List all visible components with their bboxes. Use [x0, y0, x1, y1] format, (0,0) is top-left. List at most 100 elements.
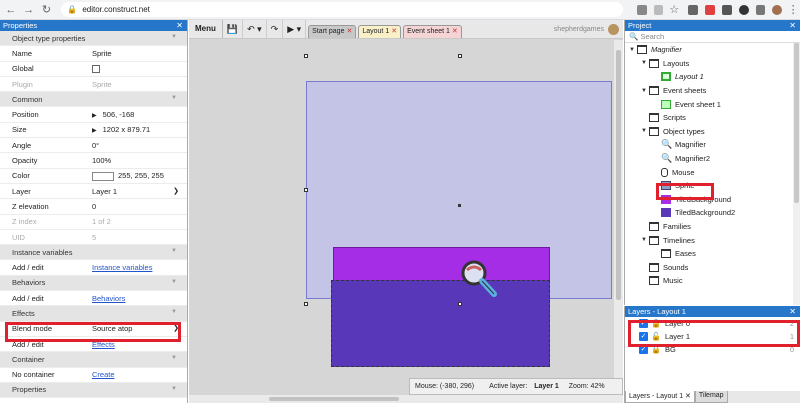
close-icon[interactable]: ✕ [176, 20, 183, 31]
expand-icon[interactable]: ▶ [92, 113, 97, 119]
tree-scripts[interactable]: Scripts [625, 111, 800, 125]
resize-handle[interactable] [458, 54, 462, 58]
vertical-scrollbar[interactable] [614, 40, 623, 395]
visible-checkbox[interactable]: ✓ [639, 332, 648, 341]
redo-icon[interactable]: ↷ [267, 20, 284, 38]
extension-red-icon[interactable] [704, 4, 715, 15]
tab-tilemap[interactable]: Tilemap [694, 391, 728, 403]
section-common[interactable]: Common ▼ [0, 92, 187, 108]
tree-music[interactable]: Music [625, 274, 800, 288]
create-container-link[interactable]: Create [92, 370, 115, 379]
resize-handle[interactable] [304, 188, 308, 192]
dropdown-icon[interactable]: ❯ [173, 187, 179, 195]
share-icon[interactable] [653, 4, 664, 15]
close-icon[interactable]: ✕ [789, 20, 796, 31]
key-icon[interactable] [636, 4, 647, 15]
tree-magnifier2[interactable]: 🔍 Magnifier2 [625, 152, 800, 166]
extension-icon[interactable] [688, 4, 698, 15]
scroll-thumb[interactable] [269, 397, 399, 401]
tree-layout-1[interactable]: Layout 1 [625, 70, 800, 84]
tree-sounds[interactable]: Sounds [625, 261, 800, 275]
layer-row[interactable]: ✓ 🔒 BG 0 [625, 343, 800, 356]
reload-icon[interactable]: ↻ [40, 3, 54, 17]
section-container[interactable]: Container ▼ [0, 352, 187, 368]
prop-angle[interactable]: Angle 0° [0, 138, 187, 154]
tab-event-sheet-1[interactable]: Event sheet 1 ✕ [403, 25, 462, 38]
tree-sprite[interactable]: Sprite [625, 179, 800, 193]
tree-event-sheet-1[interactable]: Event sheet 1 [625, 97, 800, 111]
lock-icon[interactable]: 🔓 [651, 332, 661, 341]
tree-object-types[interactable]: ▼ Object types [625, 125, 800, 139]
resize-handle[interactable] [304, 54, 308, 58]
section-object-type[interactable]: Object type properties ▼ [0, 31, 187, 47]
visible-checkbox[interactable]: ✓ [639, 345, 648, 354]
prop-z-elevation[interactable]: Z elevation 0 [0, 199, 187, 215]
collapse-icon[interactable]: ▼ [171, 309, 177, 315]
layer-row[interactable]: ✓ 🔓 Layer 11 [625, 330, 800, 343]
prop-color[interactable]: Color 255, 255, 255 [0, 169, 187, 184]
tree-families[interactable]: Families [625, 220, 800, 234]
extension-2-icon[interactable] [721, 4, 732, 15]
tab-layers[interactable]: Layers - Layout 1 ✕ [625, 391, 695, 403]
prop-blend-mode[interactable]: Blend mode Source atop ❯ [0, 322, 187, 337]
scroll-thumb[interactable] [616, 50, 621, 300]
expand-icon[interactable]: ▶ [92, 128, 97, 134]
more-icon[interactable]: ⋮ [786, 3, 800, 17]
prop-position[interactable]: Position ▶ 506, -168 [0, 107, 187, 123]
tab-close-icon[interactable]: ✕ [391, 28, 397, 35]
back-icon[interactable]: ← [4, 3, 18, 17]
scroll-thumb[interactable] [794, 43, 799, 203]
layer-row[interactable]: ✓ 🔓 Layer 02 [625, 317, 800, 330]
behaviors-link[interactable]: Behaviors [92, 294, 125, 303]
tree-magnifier[interactable]: 🔍 Magnifier [625, 138, 800, 152]
collapse-icon[interactable]: ▼ [171, 279, 177, 285]
resize-handle[interactable] [458, 302, 462, 306]
tab-close-icon[interactable]: ✕ [346, 28, 352, 35]
tree-tiledbackground2[interactable]: TiledBackground2 [625, 206, 800, 220]
address-bar[interactable]: 🔒 editor.construct.net [61, 2, 623, 17]
dropdown-icon[interactable]: ❯ [173, 324, 179, 332]
global-checkbox[interactable] [92, 65, 100, 74]
save-icon[interactable]: 💾 [223, 20, 244, 38]
visible-checkbox[interactable]: ✓ [639, 319, 648, 328]
user-name[interactable]: shepherdgames [554, 26, 604, 33]
horizontal-scrollbar[interactable] [189, 395, 623, 403]
search-input[interactable]: 🔍 Search [625, 31, 800, 43]
section-effects[interactable]: Effects ▼ [0, 306, 187, 322]
section-behaviors[interactable]: Behaviors ▼ [0, 275, 187, 292]
lock-icon[interactable]: 🔒 [651, 345, 661, 354]
menu-button[interactable]: Menu [189, 20, 223, 38]
tab-close-icon[interactable]: ✕ [685, 393, 691, 400]
tab-start-page[interactable]: Start page ✕ [308, 25, 357, 38]
tree-event-sheets[interactable]: ▼ Event sheets [625, 84, 800, 98]
resize-handle[interactable] [304, 302, 308, 306]
prop-size[interactable]: Size ▶ 1202 x 879.71 [0, 123, 187, 139]
color-swatch[interactable] [92, 171, 114, 181]
tree-layouts[interactable]: ▼ Layouts [625, 57, 800, 71]
tree-tiledbackground[interactable]: TiledBackground [625, 193, 800, 207]
star-icon[interactable]: ☆ [667, 3, 681, 17]
tab-layout-1[interactable]: Layout 1 ✕ [358, 25, 402, 38]
prop-layer[interactable]: Layer Layer 1 ❯ [0, 184, 187, 200]
tiled-background-2[interactable] [331, 280, 550, 367]
instance-variables-link[interactable]: Instance variables [92, 263, 152, 272]
layout-canvas[interactable] [189, 40, 623, 403]
tab-close-icon[interactable]: ✕ [452, 28, 458, 35]
lock-icon[interactable]: 🔓 [651, 319, 661, 328]
profile-avatar[interactable] [772, 4, 783, 15]
collapse-icon[interactable]: ▼ [171, 355, 177, 361]
collapse-icon[interactable]: ▼ [171, 34, 177, 40]
section-properties[interactable]: Properties ▼ [0, 382, 187, 399]
forward-icon[interactable]: → [22, 3, 36, 17]
tree-eases[interactable]: Eases [625, 247, 800, 261]
vertical-scrollbar[interactable] [793, 43, 800, 305]
tree-timelines[interactable]: ▼ Timelines [625, 233, 800, 247]
prop-opacity[interactable]: Opacity 100% [0, 153, 187, 169]
play-icon[interactable]: ▶ ▾ [283, 20, 307, 38]
avatar[interactable] [608, 23, 619, 35]
collapse-icon[interactable]: ▼ [171, 248, 177, 254]
effects-link[interactable]: Effects [92, 340, 115, 349]
collapse-icon[interactable]: ▼ [171, 95, 177, 101]
prop-name[interactable]: Name Sprite [0, 46, 187, 62]
close-icon[interactable]: ✕ [789, 306, 796, 317]
